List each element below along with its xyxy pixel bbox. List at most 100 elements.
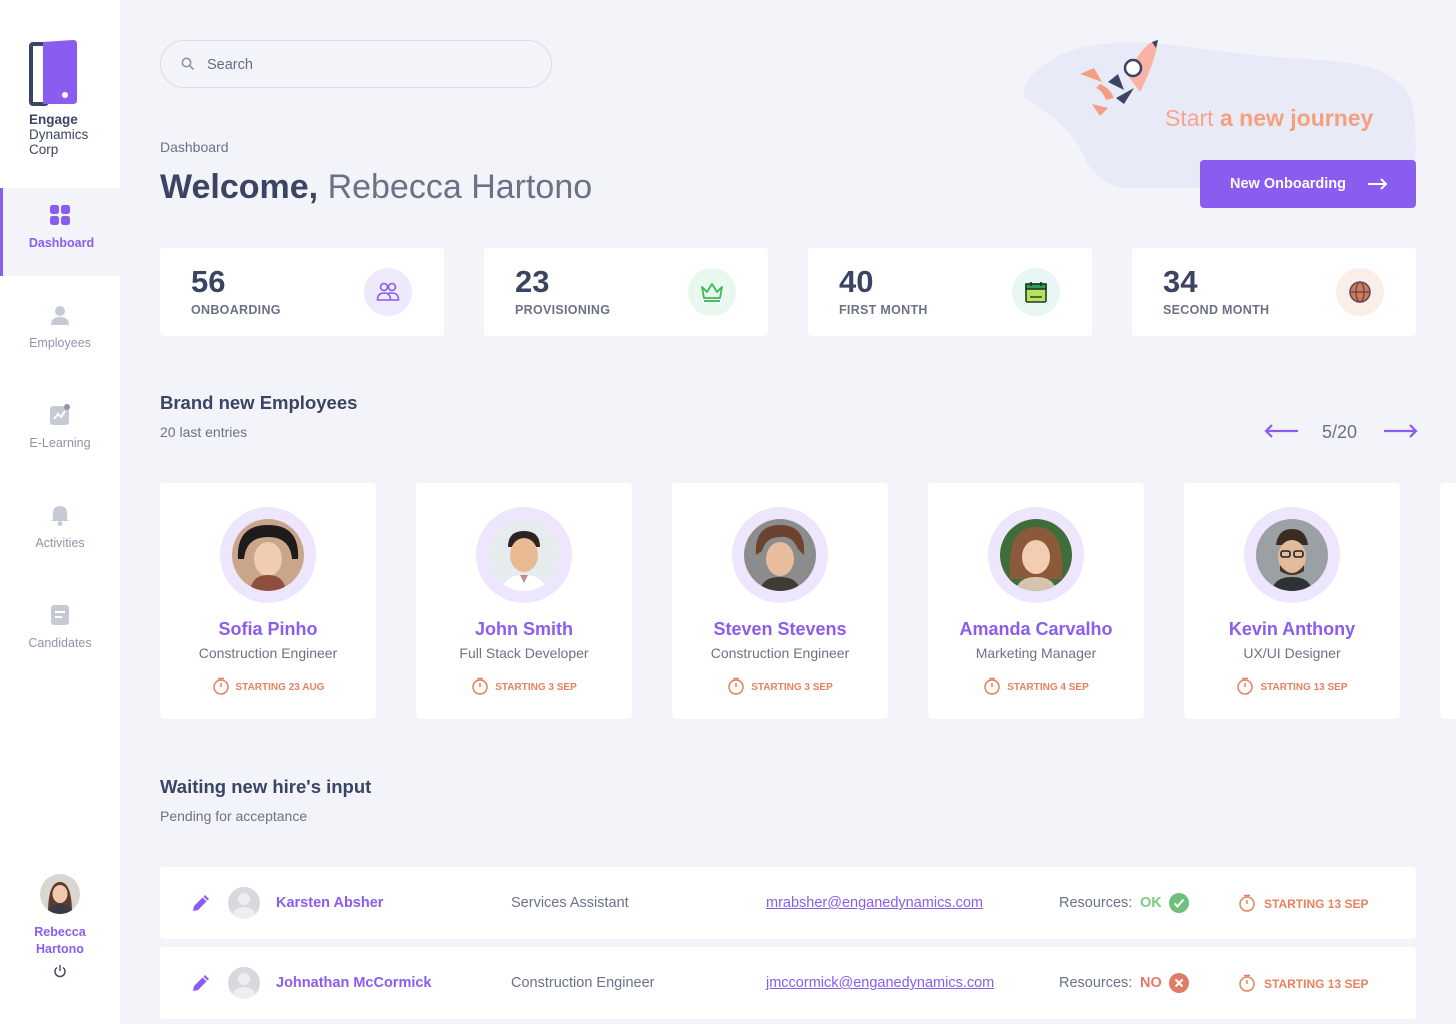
employee-start: STARTING 4 SEP — [928, 677, 1144, 695]
brand-logo[interactable]: Engage Dynamics Corp — [29, 40, 88, 157]
search-bar[interactable] — [160, 40, 552, 88]
avatar — [1256, 519, 1328, 591]
row-name[interactable]: Karsten Absher — [276, 895, 383, 911]
logo-icon — [29, 40, 79, 106]
employee-start: STARTING 3 SEP — [672, 677, 888, 695]
section-subtitle-new-employees: 20 last entries — [160, 424, 248, 440]
arrow-right-icon — [1368, 178, 1388, 190]
stat-card-second-month[interactable]: 34 SECOND MONTH — [1132, 248, 1416, 336]
stat-card-onboarding[interactable]: 56 ONBOARDING — [160, 248, 444, 336]
arrow-left-icon[interactable] — [1264, 424, 1300, 438]
avatar — [232, 519, 304, 591]
employee-start-text: STARTING 3 SEP — [751, 682, 833, 693]
close-circle-icon — [1169, 973, 1189, 993]
arrow-right-icon[interactable] — [1382, 424, 1418, 438]
avatar — [1000, 519, 1072, 591]
journey-prefix: Start — [1165, 105, 1214, 131]
new-onboarding-button[interactable]: New Onboarding — [1200, 160, 1416, 208]
row-name[interactable]: Johnathan McCormick — [276, 975, 432, 991]
nav-label: Candidates — [28, 636, 92, 650]
employee-name: Amanda Carvalho — [959, 619, 1113, 639]
row-email-link[interactable]: mrabsher@enganedynamics.com — [766, 895, 983, 911]
user-avatar[interactable] — [40, 874, 80, 914]
avatar — [228, 967, 260, 999]
employee-role: UX/UI Designer — [1243, 645, 1341, 661]
stopwatch-icon — [472, 677, 488, 695]
chart-icon — [50, 404, 70, 425]
nav-dashboard[interactable]: Dashboard — [0, 188, 120, 276]
table-row[interactable]: Karsten Absher Services Assistant mrabsh… — [160, 867, 1416, 939]
sidebar: Engage Dynamics Corp Dashboard Employees… — [0, 0, 120, 1024]
employee-card-peek[interactable] — [1440, 483, 1456, 719]
row-email-link[interactable]: jmccormick@enganedynamics.com — [766, 975, 994, 991]
edit-icon[interactable] — [191, 973, 211, 993]
employee-start: STARTING 3 SEP — [416, 677, 632, 695]
stopwatch-icon — [1237, 677, 1254, 695]
brand-name: Engage Dynamics Corp — [29, 112, 88, 157]
pager-count: 5/20 — [1322, 422, 1358, 442]
employee-start: STARTING 23 AUG — [160, 677, 376, 695]
avatar-ring — [1244, 507, 1340, 603]
avatar-ring — [220, 507, 316, 603]
stat-card-first-month[interactable]: 40 FIRST MONTH — [808, 248, 1092, 336]
nav-employees[interactable]: Employees — [0, 288, 120, 376]
brand-name-line2: Dynamics — [29, 127, 89, 142]
brand-name-line1: Engage — [29, 112, 78, 127]
nav-candidates[interactable]: Candidates — [0, 588, 120, 676]
employee-card[interactable]: Kevin Anthony UX/UI Designer STARTING 13… — [1184, 483, 1400, 719]
stat-value: 56 — [191, 264, 226, 299]
brand-name-line3: Corp — [29, 142, 59, 157]
stat-label: FIRST MONTH — [839, 303, 928, 317]
page-title: Welcome, Rebecca Hartono — [160, 168, 592, 207]
stopwatch-icon — [984, 677, 1000, 695]
stat-card-provisioning[interactable]: 23 PROVISIONING — [484, 248, 768, 336]
nav-activities[interactable]: Activities — [0, 488, 120, 576]
employee-name: Sofia Pinho — [218, 619, 318, 639]
avatar — [228, 887, 260, 919]
employee-card[interactable]: Steven Stevens Construction Engineer STA… — [672, 483, 888, 719]
nav-label: Employees — [29, 336, 91, 350]
stat-value: 40 — [839, 264, 874, 299]
employee-name: Steven Stevens — [713, 619, 847, 639]
avatar-ring — [988, 507, 1084, 603]
stat-value: 23 — [515, 264, 550, 299]
power-icon[interactable] — [53, 964, 67, 978]
table-row[interactable]: Johnathan McCormick Construction Enginee… — [160, 947, 1416, 1019]
stat-value: 34 — [1163, 264, 1198, 299]
pager: 5/20 — [1264, 418, 1418, 444]
row-start-text: STARTING 13 SEP — [1264, 897, 1369, 911]
employee-start-text: STARTING 23 AUG — [235, 682, 325, 693]
new-onboarding-label: New Onboarding — [1230, 176, 1346, 192]
calendar-icon — [1012, 268, 1060, 316]
person-icon — [51, 306, 69, 325]
welcome-user-name: Rebecca Hartono — [327, 168, 593, 206]
employee-card[interactable]: Amanda Carvalho Marketing Manager STARTI… — [928, 483, 1144, 719]
row-resources-status: NO — [1140, 975, 1162, 991]
edit-icon[interactable] — [191, 893, 211, 913]
journey-emphasis: a new journey — [1219, 105, 1374, 131]
employee-role: Full Stack Developer — [459, 645, 589, 661]
employee-card[interactable]: Sofia Pinho Construction Engineer STARTI… — [160, 483, 376, 719]
welcome-label: Welcome, — [160, 168, 319, 206]
employee-card[interactable]: John Smith Full Stack Developer STARTING… — [416, 483, 632, 719]
row-resources-label: Resources: — [1059, 975, 1133, 991]
breadcrumb: Dashboard — [160, 139, 229, 155]
user-profile: Rebecca Hartono — [0, 874, 120, 978]
search-input[interactable] — [207, 53, 527, 77]
row-start: STARTING 13 SEP — [1238, 974, 1368, 992]
section-subtitle-waiting: Pending for acceptance — [160, 808, 308, 824]
globe-icon — [1336, 268, 1384, 316]
stopwatch-icon — [728, 677, 744, 695]
crown-icon — [688, 268, 736, 316]
nav-label: E-Learning — [29, 436, 91, 450]
nav-e-learning[interactable]: E-Learning — [0, 388, 120, 476]
row-resources-label: Resources: — [1059, 895, 1133, 911]
document-icon — [51, 605, 69, 625]
row-start: STARTING 13 SEP — [1238, 894, 1368, 912]
avatar-ring — [476, 507, 572, 603]
stat-label: PROVISIONING — [515, 303, 611, 317]
stopwatch-icon — [1239, 974, 1255, 992]
search-icon — [181, 57, 195, 71]
row-role: Construction Engineer — [511, 975, 655, 991]
employee-start-text: STARTING 4 SEP — [1007, 682, 1089, 693]
